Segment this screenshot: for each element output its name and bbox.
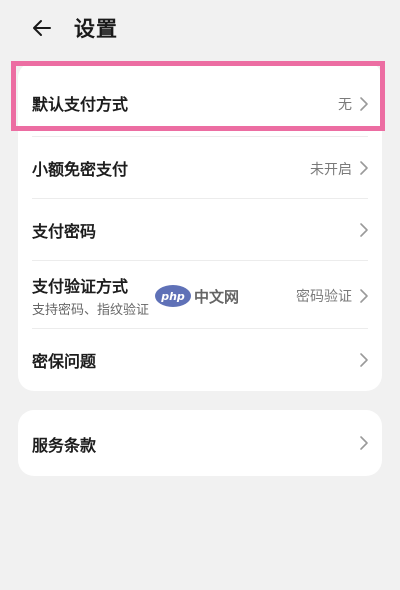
back-arrow-icon [33,20,51,36]
chevron-right-icon [360,223,368,237]
row-value: 无 [338,97,352,113]
row-terms-of-service[interactable]: 服务条款 [18,410,382,476]
row-default-payment-method[interactable]: 默认支付方式 无 [18,62,382,142]
row-label: 支付密码 [32,222,97,241]
row-small-amount-password-free[interactable]: 小额免密支付 未开启 [18,137,382,199]
row-label: 支付验证方式 [32,277,129,296]
header: 设置 [0,0,400,56]
page-title: 设置 [74,17,118,41]
chevron-right-icon [360,353,368,367]
chevron-right-icon [360,161,368,175]
back-button[interactable] [28,14,56,42]
row-label: 服务条款 [32,436,97,455]
row-label: 小额免密支付 [32,160,129,179]
terms-card: 服务条款 [18,410,382,476]
row-security-question[interactable]: 密保问题 [18,329,382,391]
row-value: 密码验证 [296,289,352,305]
chevron-right-icon [360,436,368,450]
payment-settings-card: 默认支付方式 无 小额免密支付 未开启 支付密码 支付验证方式 支持密码、指纹验… [18,62,382,391]
row-payment-password[interactable]: 支付密码 [18,199,382,261]
row-value: 未开启 [310,162,352,178]
row-payment-verification-method[interactable]: 支付验证方式 支持密码、指纹验证 密码验证 [18,261,382,329]
row-label: 密保问题 [32,352,97,371]
chevron-right-icon [360,97,368,111]
chevron-right-icon [360,289,368,303]
row-label: 默认支付方式 [32,95,129,114]
row-subtitle: 支持密码、指纹验证 [32,303,150,318]
